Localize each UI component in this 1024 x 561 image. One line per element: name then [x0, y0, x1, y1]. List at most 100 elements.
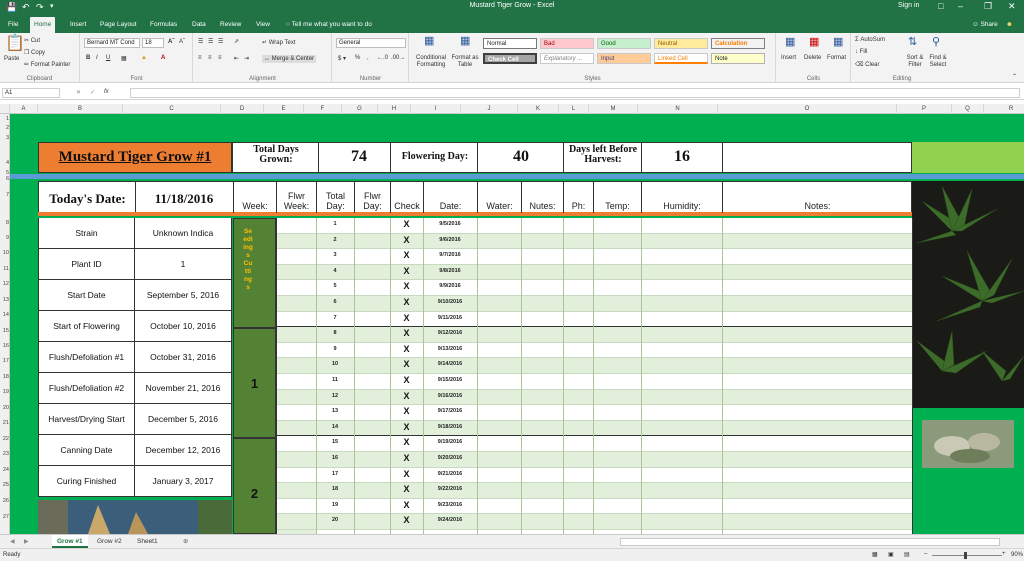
format-as-table-icon[interactable]: ▦ — [460, 36, 470, 47]
zoom-level[interactable]: 90% — [1011, 552, 1023, 558]
column-header-m[interactable]: M — [589, 104, 638, 114]
align-top-icon[interactable]: ☰ — [198, 38, 203, 45]
row-header-11[interactable]: 11 — [0, 266, 10, 272]
style-linked-cell[interactable]: Linked Cell — [654, 53, 708, 64]
log-row[interactable] — [276, 327, 912, 343]
decrease-decimal-icon[interactable]: .00→ — [391, 55, 405, 61]
sheet-tab-sheet1[interactable]: Sheet1 — [132, 535, 163, 548]
log-row[interactable] — [276, 483, 912, 499]
tell-me-box[interactable]: ○ Tell me what you want to do — [282, 17, 376, 33]
maximize-icon[interactable]: ❐ — [984, 1, 992, 12]
percent-icon[interactable]: % — [355, 55, 360, 61]
info-value[interactable]: October 31, 2016 — [135, 342, 232, 373]
format-as-table-button[interactable]: Format as Table — [450, 55, 480, 69]
log-row[interactable] — [276, 358, 912, 374]
horizontal-scrollbar[interactable] — [620, 538, 1000, 546]
column-header-c[interactable]: C — [123, 104, 221, 114]
insert-cells-icon[interactable]: ▦ — [785, 37, 795, 48]
bold-icon[interactable]: B — [86, 55, 90, 61]
row-header-12[interactable]: 12 — [0, 281, 10, 287]
tab-view[interactable]: View — [252, 17, 274, 33]
row-header-1[interactable]: 1 — [0, 116, 10, 122]
row-header-15[interactable]: 15 — [0, 328, 10, 334]
row-header-4[interactable]: 4 — [0, 160, 10, 166]
wrap-text-button[interactable]: ↵ Wrap Text — [262, 39, 296, 46]
check-mark[interactable]: X — [390, 406, 423, 416]
check-mark[interactable]: X — [390, 375, 423, 385]
log-row[interactable] — [276, 514, 912, 530]
check-mark[interactable]: X — [390, 484, 423, 494]
style-normal[interactable]: Normal — [483, 38, 537, 49]
column-header-l[interactable]: L — [559, 104, 589, 114]
column-header-d[interactable]: D — [221, 104, 264, 114]
clear-button[interactable]: ⌫ Clear — [855, 61, 880, 68]
row-header-10[interactable]: 10 — [0, 250, 10, 256]
style-bad[interactable]: Bad — [540, 38, 594, 49]
column-header-f[interactable]: F — [304, 104, 342, 114]
row-header-20[interactable]: 20 — [0, 405, 10, 411]
collapse-ribbon-icon[interactable]: ⌃ — [1012, 73, 1017, 80]
align-right-icon[interactable]: ≡ — [218, 55, 222, 61]
row-header-7[interactable]: 7 — [0, 192, 10, 198]
normal-view-icon[interactable]: ▦ — [872, 551, 878, 558]
style-note[interactable]: Note — [711, 53, 765, 64]
info-value[interactable]: Unknown Indica — [135, 218, 232, 249]
column-header-e[interactable]: E — [264, 104, 304, 114]
log-row[interactable] — [276, 296, 912, 312]
font-color-icon[interactable]: A — [161, 55, 165, 61]
log-row[interactable] — [276, 264, 912, 281]
check-mark[interactable]: X — [390, 328, 423, 338]
find-icon[interactable]: ⚲ — [932, 37, 940, 48]
style-good[interactable]: Good — [597, 38, 651, 49]
font-name-select[interactable]: Bernard MT Cond — [84, 38, 140, 48]
log-row[interactable] — [276, 342, 912, 359]
info-value[interactable]: October 10, 2016 — [135, 311, 232, 342]
row-header-6[interactable]: 6 — [0, 176, 10, 182]
check-mark[interactable]: X — [390, 313, 423, 323]
column-header-n[interactable]: N — [638, 104, 718, 114]
log-row[interactable] — [276, 218, 912, 234]
check-mark[interactable]: X — [390, 515, 423, 525]
info-value[interactable]: September 5, 2016 — [135, 280, 232, 311]
log-row[interactable] — [276, 498, 912, 515]
borders-icon[interactable]: ▦ — [121, 55, 127, 62]
check-mark[interactable]: X — [390, 297, 423, 307]
worksheet-grid[interactable]: Mustard Tiger Grow #1 Total Days Grown: … — [10, 114, 1024, 534]
log-row[interactable] — [276, 405, 912, 421]
paste-icon[interactable]: 📋 — [5, 36, 25, 52]
log-row[interactable] — [276, 420, 912, 437]
zoom-in-icon[interactable]: + — [1002, 551, 1006, 557]
row-header-9[interactable]: 9 — [0, 235, 10, 241]
row-header-25[interactable]: 25 — [0, 482, 10, 488]
paste-button[interactable]: Paste — [4, 56, 19, 62]
delete-cells-icon[interactable]: ▦ — [809, 37, 819, 48]
check-mark[interactable]: X — [390, 422, 423, 432]
row-header-24[interactable]: 24 — [0, 467, 10, 473]
tab-data[interactable]: Data — [188, 17, 210, 33]
row-header-23[interactable]: 23 — [0, 451, 10, 457]
conditional-formatting-button[interactable]: Conditional Formatting — [412, 55, 450, 69]
style-input[interactable]: Input — [597, 53, 651, 64]
info-value[interactable]: November 21, 2016 — [135, 373, 232, 404]
row-header-16[interactable]: 16 — [0, 343, 10, 349]
select-all-corner[interactable] — [0, 104, 10, 114]
find-select-button[interactable]: Find & Select — [926, 55, 950, 69]
column-header-p[interactable]: P — [897, 104, 952, 114]
check-mark[interactable]: X — [390, 359, 423, 369]
log-row[interactable] — [276, 467, 912, 484]
format-painter-button[interactable]: ✏ Format Painter — [24, 61, 70, 68]
days-left-value[interactable]: 16 — [642, 148, 722, 166]
align-middle-icon[interactable]: ☰ — [208, 38, 213, 45]
check-mark[interactable]: X — [390, 391, 423, 401]
row-header-2[interactable]: 2 — [0, 125, 10, 131]
share-button[interactable]: ☺ Share — [968, 17, 1002, 33]
log-row[interactable] — [276, 452, 912, 468]
align-bottom-icon[interactable]: ☰ — [218, 38, 223, 45]
row-header-27[interactable]: 27 — [0, 514, 10, 520]
check-mark[interactable]: X — [390, 250, 423, 260]
check-mark[interactable]: X — [390, 344, 423, 354]
column-header-b[interactable]: B — [38, 104, 123, 114]
increase-indent-icon[interactable]: ⇥ — [244, 55, 249, 62]
log-row[interactable] — [276, 233, 912, 250]
orientation-icon[interactable]: ⇗ — [234, 38, 239, 45]
